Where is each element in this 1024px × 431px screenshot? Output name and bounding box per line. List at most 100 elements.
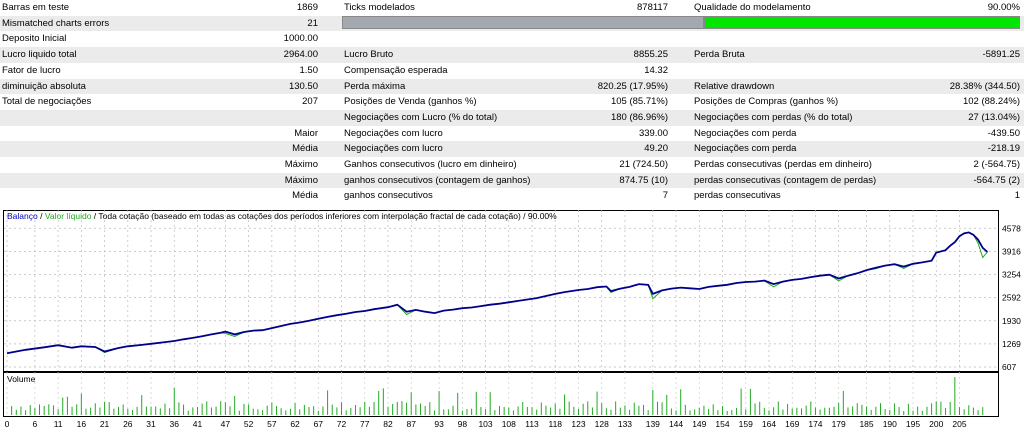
stats-cell-v1: Maior [294,127,318,139]
stats-cell-v3: 2 (-564.75) [973,159,1020,170]
stats-cell-v3: -5891.25 [982,49,1020,61]
stats-cell-v2 [500,31,668,47]
y-tick-label: 4578 [1002,223,1021,233]
quality-bar-fill [704,16,1020,29]
x-tick-label: 205 [952,419,966,429]
stats-row: diminuição absoluta 130.50 Perda máxima 820… [0,78,1024,95]
x-tick-label: 164 [762,419,776,429]
stats-cell-v2: 21 (724.50) [619,159,668,170]
stats-cell-v3 [840,63,1020,79]
x-tick-label: 113 [525,419,539,429]
stats-row: Média ganhos consecutivos 7 perdas consecut… [0,188,1024,204]
stats-cell-v1: 1.50 [299,64,319,76]
x-tick-label: 77 [360,419,370,429]
x-tick-label: 47 [221,419,231,429]
x-tick-label: 190 [883,419,897,429]
x-tick-label: 174 [808,419,822,429]
stats-cell-v2: 14.32 [644,64,668,76]
main-plot-frame [3,210,999,372]
stats-cell-v3: -218.19 [987,143,1020,155]
x-tick-label: 87 [406,419,416,429]
stats-cell-v1: 130.50 [288,80,318,92]
stats-cell-v3 [840,31,1020,47]
y-tick-label: 1269 [1002,339,1021,349]
x-tick-label: 36 [170,419,180,429]
x-tick-label: 82 [383,419,393,429]
x-tick-label: 118 [548,419,562,429]
x-tick-label: 0 [5,419,10,429]
stats-row: Total de negociações 207 Posições de Venda… [0,94,1024,110]
x-tick-label: 26 [123,419,133,429]
x-tick-label: 195 [906,419,920,429]
x-tick-label: 41 [193,419,203,429]
stats-cell-v1: 21 [307,17,318,29]
x-tick-label: 98 [458,419,468,429]
x-tick-label: 6 [33,419,38,429]
stats-cell-v2: 180 (86.96%) [610,111,668,123]
stats-cell-v1: 1869 [296,2,318,13]
x-tick-label: 185 [859,419,873,429]
stats-cell-v1 [150,110,318,126]
stats-cell-v2: 339.00 [638,127,668,139]
stats-row: Maior Negociações com lucro 339.00 Negociaç… [0,126,1024,142]
stats-row: Máximo Ganhos consecutivos (lucro em dinh… [0,157,1024,173]
stats-cell-v2: 874.75 (10) [619,174,668,186]
stats-row: Negociações com Lucro (% do total) 180 (8… [0,109,1024,126]
stats-cell-v3: 102 (88.24%) [962,96,1020,108]
x-tick-label: 144 [669,419,683,429]
x-tick-label: 57 [267,419,277,429]
x-tick-label: 139 [646,419,660,429]
legend-equity: Valor líquido [45,211,92,221]
x-tick-label: 169 [785,419,799,429]
x-tick-label: 149 [692,419,706,429]
y-tick-label: 3916 [1002,246,1021,256]
stats-cell-v2: 820.25 (17.95%) [597,80,668,92]
x-tick-label: 128 [595,419,609,429]
stats-cell-v3: 28.38% (344.50) [949,80,1020,92]
stats-row: Máximo ganhos consecutivos (contagem de g… [0,172,1024,189]
y-tick-label: 3254 [1002,270,1021,280]
volume-label: Volume [7,374,36,384]
x-tick-label: 93 [434,419,444,429]
stats-cell-v3: 27 (13.04%) [968,111,1020,123]
stats-cell-v1: Máximo [284,159,318,170]
x-tick-label: 123 [571,419,585,429]
x-tick-label: 31 [146,419,156,429]
x-tick-label: 16 [77,419,87,429]
y-tick-label: 607 [1002,362,1016,372]
stats-cell-v1: 2964.00 [283,49,318,61]
stats-cell-v2: 8855.25 [633,49,668,61]
y-tick-label: 2592 [1002,293,1021,303]
x-tick-label: 67 [314,419,324,429]
y-tick-label: 1930 [1002,316,1021,326]
stats-row: Fator de lucro 1.50 Compensação esperada 14… [0,63,1024,79]
x-tick-label: 108 [502,419,516,429]
chart-legend: Balanço / Valor líquido / Toda cotação (… [7,211,557,221]
stats-cell-v2: 105 (85.71%) [610,96,668,108]
stats-row: Lucro liquido total 2964.00 Lucro Bruto 885… [0,47,1024,63]
legend-balance: Balanço [7,211,38,221]
x-tick-label: 11 [54,419,63,429]
stats-cell-v2: 7 [662,190,668,202]
stats-row: Barras em teste 1869 Ticks modelados 878117… [0,0,1024,16]
quality-bar-track [342,16,704,29]
stats-cell-v3: -439.50 [987,127,1020,139]
stats-cell-v2: 49.20 [644,143,668,155]
legend-mode: Toda cotação (baseado em todas as cotaçõ… [98,211,557,221]
x-tick-label: 154 [715,419,729,429]
volume-plot-frame [3,372,999,417]
stats-cell-v1: 207 [302,96,318,108]
stats-cell-v1: Máximo [284,174,318,186]
x-tick-label: 21 [100,419,110,429]
stats-row: Média Negociações com lucro 49.20 Negociaçõ… [0,141,1024,157]
x-tick-label: 200 [929,419,943,429]
stats-cell-v1: 1000.00 [283,33,318,45]
x-tick-label: 103 [478,419,492,429]
stats-row: Deposito Inicial 1000.00 [0,31,1024,47]
stats-cell-v1: Média [292,190,318,202]
balance-chart: 4578 3916 3254 2592 1930 1269 607 0 6 11 16 21 26 31 3… [3,210,1021,429]
x-tick-label: 62 [290,419,300,429]
stats-cell-v3: -564.75 (2) [973,174,1020,186]
x-tick-label: 179 [832,419,846,429]
stats-cell-v3: 1 [1014,190,1020,202]
